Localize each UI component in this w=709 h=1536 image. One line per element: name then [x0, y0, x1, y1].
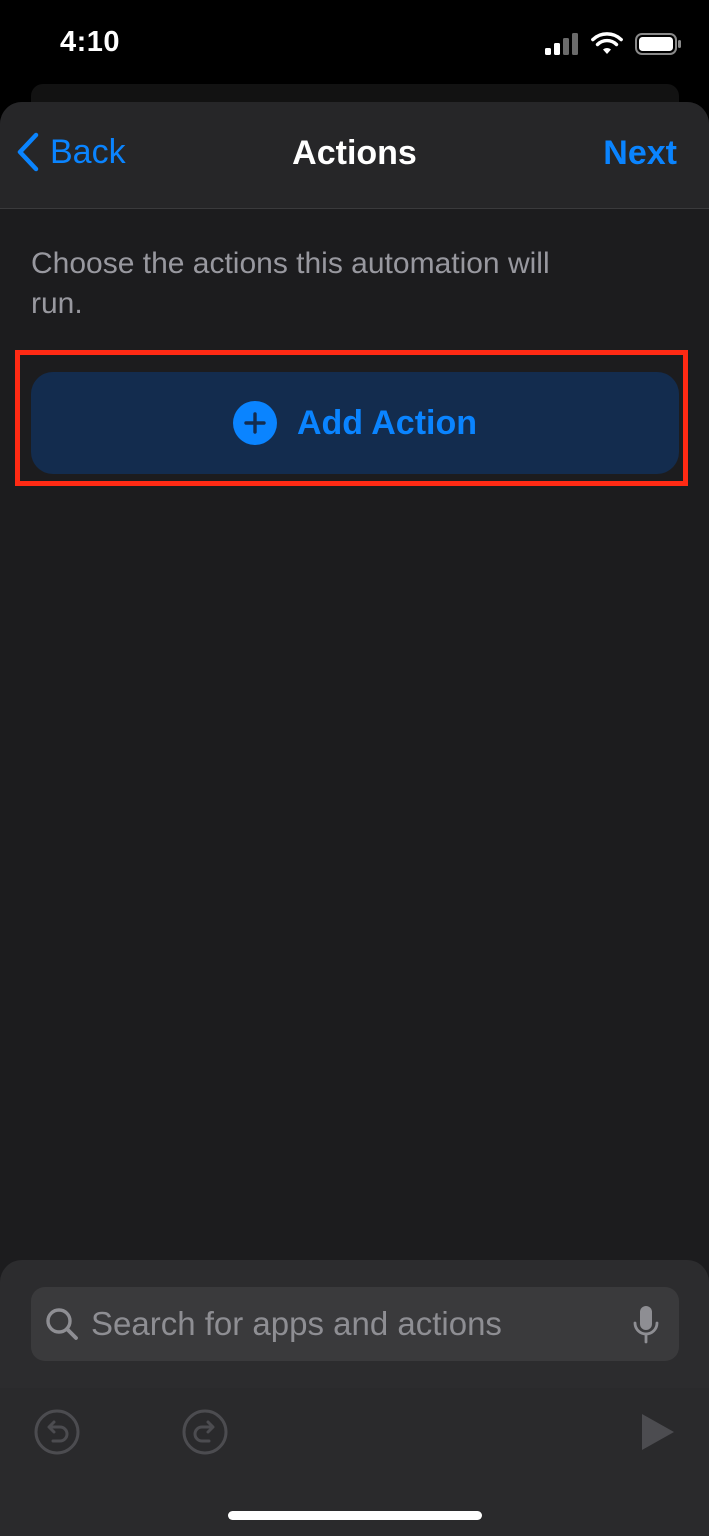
search-input[interactable]: Search for apps and actions [31, 1287, 679, 1361]
navigation-bar: Back Actions Next [0, 102, 709, 209]
actions-description: Choose the actions this automation will … [31, 247, 550, 320]
microphone-icon[interactable] [633, 1305, 659, 1345]
redo-icon[interactable] [181, 1408, 229, 1456]
next-button[interactable]: Next [603, 134, 677, 173]
bottom-panel: Search for apps and actions [0, 1260, 709, 1536]
status-time: 4:10 [60, 26, 121, 58]
add-action-button[interactable]: Add Action [31, 372, 679, 474]
cellular-signal-icon [545, 33, 578, 55]
status-bar: 4:10 [0, 0, 709, 84]
plus-circle-icon [232, 401, 277, 445]
play-icon[interactable] [638, 1410, 678, 1454]
status-icons [545, 32, 681, 56]
undo-icon[interactable] [33, 1408, 81, 1456]
wifi-icon [591, 32, 623, 54]
battery-icon [635, 33, 681, 55]
search-icon [45, 1307, 79, 1341]
home-indicator [228, 1511, 482, 1520]
search-placeholder: Search for apps and actions [91, 1305, 502, 1342]
actions-sheet: Back Actions Next Choose the actions thi… [0, 102, 709, 1536]
add-action-label: Add Action [296, 403, 478, 442]
